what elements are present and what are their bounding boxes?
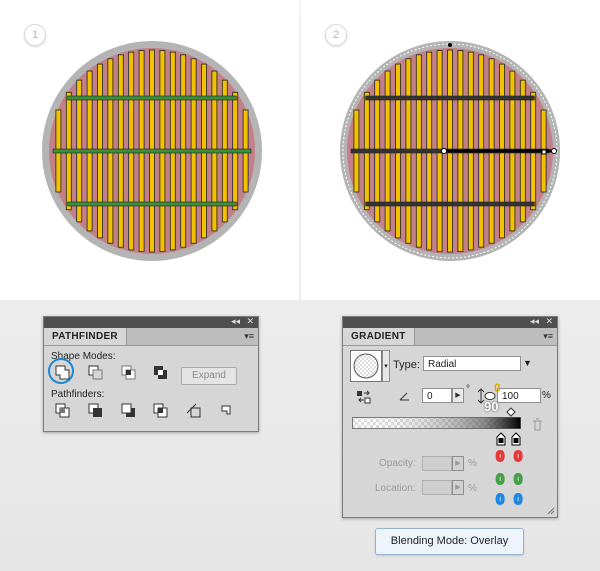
trash-icon [533, 418, 542, 431]
bamboo-circle-art-selected[interactable] [301, 0, 600, 300]
angle-field[interactable]: 0 [422, 388, 452, 403]
percent-symbol: % [542, 390, 551, 401]
collapse-icon[interactable]: ◂◂ [231, 315, 240, 328]
trim-icon[interactable] [86, 401, 104, 419]
divide-icon[interactable] [53, 401, 71, 419]
artboard-step-2: 2 [301, 0, 600, 300]
type-select[interactable]: Radial [423, 356, 521, 371]
binding-band [52, 148, 252, 154]
reverse-gradient-icon[interactable] [356, 390, 372, 404]
color-stop-right [511, 432, 521, 446]
gradient-preview-swatch[interactable] [350, 350, 382, 382]
exclude-icon[interactable] [151, 363, 169, 381]
intersect-icon[interactable] [119, 363, 137, 381]
opacity-stepper: ▶ [452, 456, 464, 471]
degree-symbol: ° [466, 384, 470, 395]
location-field [422, 480, 452, 495]
color-stop-left [496, 432, 506, 446]
annotation-g-value: 0 [495, 471, 505, 489]
close-icon[interactable]: ✕ [545, 315, 553, 328]
unite-icon[interactable] [53, 363, 71, 381]
percent-symbol: % [468, 458, 477, 469]
gradient-panel: ◂◂ ✕ GRADIENT ▾≡ ▾ Type: Radial ▼ 0 ▶ ° … [342, 316, 558, 518]
type-label: Type: [393, 359, 420, 371]
binding-band [365, 95, 535, 101]
expand-button[interactable]: Expand [181, 367, 237, 385]
aspect-ratio-field[interactable]: 100 [497, 388, 541, 403]
annotation-r-value: 0 [495, 448, 505, 466]
binding-band [365, 201, 535, 207]
annotation-b-value: 0 [495, 491, 505, 509]
panel-menu-icon[interactable]: ▾≡ [244, 331, 254, 342]
annotation-g-value: 0 [513, 471, 523, 489]
collapse-icon[interactable]: ◂◂ [530, 315, 539, 328]
binding-band [67, 95, 237, 101]
percent-symbol: % [468, 483, 477, 494]
merge-icon[interactable] [119, 401, 137, 419]
location-label: Location: [375, 483, 416, 494]
location-stepper: ▶ [452, 480, 464, 495]
chevron-down-icon[interactable]: ▼ [523, 356, 532, 371]
opacity-label: Opacity: [379, 458, 416, 469]
pathfinder-panel: ◂◂ ✕ PATHFINDER ▾≡ Shape Modes: Expand P… [43, 316, 259, 432]
opacity-field [422, 456, 452, 471]
minus-front-icon[interactable] [86, 363, 104, 381]
crop-icon[interactable] [151, 401, 169, 419]
angle-stepper[interactable]: ▶ [452, 388, 464, 403]
preview-dropdown-arrow[interactable]: ▾ [382, 350, 390, 382]
pathfinders-label: Pathfinders: [51, 389, 105, 400]
close-icon[interactable]: ✕ [246, 315, 254, 328]
tab-pathfinder[interactable]: PATHFINDER [44, 328, 127, 345]
binding-band [67, 201, 237, 207]
blending-mode-callout: Blending Mode: Overlay [375, 528, 524, 555]
angle-icon [399, 392, 409, 401]
annotation-b-value: 0 [513, 491, 523, 509]
panel-titlebar: ◂◂ ✕ [343, 315, 557, 328]
artboard-step-1: 1 [0, 0, 299, 300]
tab-gradient[interactable]: GRADIENT [343, 328, 415, 345]
bamboo-circle-art [42, 41, 262, 261]
minus-back-icon[interactable] [216, 401, 234, 419]
gradient-slider[interactable] [352, 407, 552, 447]
outline-icon[interactable] [184, 401, 202, 419]
annotation-r-value: 0 [513, 448, 523, 466]
annotation-top-value: 0 [494, 381, 501, 395]
panel-menu-icon[interactable]: ▾≡ [543, 331, 553, 342]
resize-grip-icon[interactable] [547, 507, 555, 515]
midpoint-diamond [506, 407, 516, 417]
panel-titlebar: ◂◂ ✕ [44, 315, 258, 328]
